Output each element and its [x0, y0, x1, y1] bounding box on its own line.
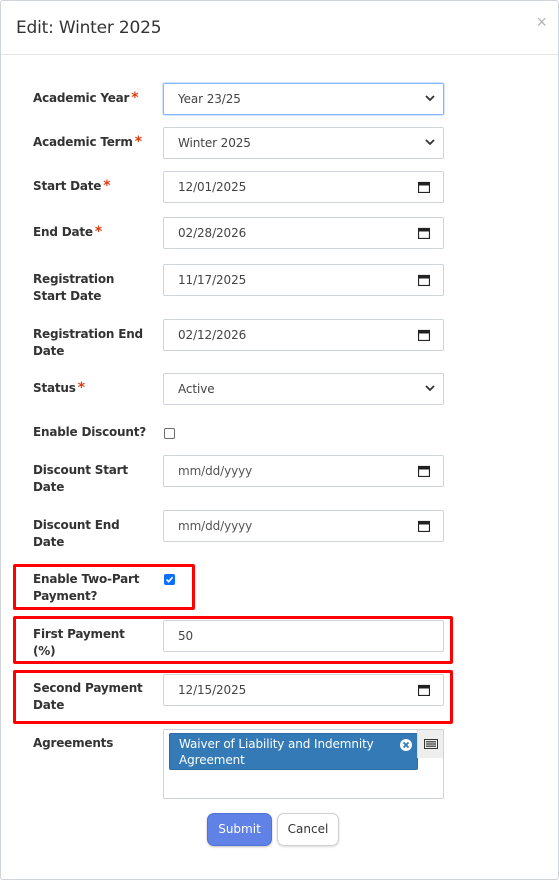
start-date-input[interactable]: 12/01/2025: [163, 171, 444, 203]
academic-year-value: Year 23/25: [178, 92, 241, 106]
discount-start-date-input[interactable]: mm/dd/yyyy: [163, 455, 444, 487]
remove-chip-icon[interactable]: [400, 739, 412, 751]
start-date-value: 12/01/2025: [178, 180, 247, 194]
edit-term-modal: Edit: Winter 2025 × Academic Year * Year …: [0, 0, 559, 880]
registration-start-date-value: 11/17/2025: [178, 273, 247, 287]
calendar-icon[interactable]: [418, 684, 430, 696]
cancel-button[interactable]: Cancel: [277, 813, 339, 846]
discount-end-date-placeholder: mm/dd/yyyy: [178, 519, 253, 533]
first-payment-label: First Payment (%): [33, 627, 125, 658]
calendar-icon[interactable]: [418, 227, 430, 239]
enable-discount-checkbox[interactable]: [164, 428, 175, 439]
second-payment-date-value: 12/15/2025: [178, 683, 247, 697]
first-payment-value: 50: [178, 629, 194, 643]
calendar-icon[interactable]: [418, 274, 430, 286]
end-date-value: 02/28/2026: [178, 226, 247, 240]
modal-header: Edit: Winter 2025 ×: [1, 1, 558, 55]
academic-term-value: Winter 2025: [178, 136, 251, 150]
academic-term-select[interactable]: Winter 2025: [163, 127, 444, 159]
registration-end-date-label: Registration End Date: [33, 327, 143, 358]
discount-start-date-placeholder: mm/dd/yyyy: [178, 464, 253, 478]
enable-two-part-payment-checkbox[interactable]: [164, 574, 175, 585]
close-icon[interactable]: ×: [536, 13, 547, 31]
calendar-icon[interactable]: [418, 520, 430, 532]
chevron-down-icon: [425, 385, 435, 392]
calendar-icon[interactable]: [418, 181, 430, 193]
status-label: Status *: [33, 380, 85, 396]
discount-end-date-label: Discount End Date: [33, 518, 120, 549]
agreement-chip-label-line2: Agreement: [179, 753, 245, 767]
first-payment-input[interactable]: 50: [163, 620, 444, 652]
registration-start-date-input[interactable]: 11/17/2025: [163, 264, 444, 296]
academic-year-label: Academic Year *: [33, 90, 139, 106]
registration-end-date-value: 02/12/2026: [178, 328, 247, 342]
discount-start-date-label: Discount Start Date: [33, 463, 128, 494]
calendar-icon[interactable]: [418, 329, 430, 341]
chevron-down-icon: [425, 139, 435, 146]
second-payment-date-label: Second Payment Date: [33, 681, 143, 712]
second-payment-date-input[interactable]: 12/15/2025: [163, 674, 444, 706]
end-date-input[interactable]: 02/28/2026: [163, 217, 444, 249]
checkmark-icon: [165, 576, 174, 583]
submit-button[interactable]: Submit: [207, 813, 272, 846]
agreement-chip: Waiver of Liability and Indemnity Agreem…: [169, 733, 418, 770]
calendar-icon[interactable]: [418, 465, 430, 477]
list-toggle-button[interactable]: [417, 730, 443, 758]
academic-term-label: Academic Term *: [33, 134, 142, 150]
agreements-multiselect[interactable]: Waiver of Liability and Indemnity Agreem…: [163, 729, 444, 799]
modal-title: Edit: Winter 2025: [16, 18, 162, 38]
chevron-down-icon: [425, 95, 435, 102]
start-date-label: Start Date *: [33, 178, 111, 194]
status-select[interactable]: Active: [163, 373, 444, 405]
registration-end-date-input[interactable]: 02/12/2026: [163, 319, 444, 351]
agreement-chip-label-line1: Waiver of Liability and Indemnity: [179, 737, 374, 751]
enable-two-part-payment-label: Enable Two-Part Payment?: [33, 572, 140, 603]
agreements-label: Agreements: [33, 736, 114, 750]
end-date-label: End Date *: [33, 224, 102, 240]
status-value: Active: [178, 382, 215, 396]
academic-year-select[interactable]: Year 23/25: [163, 83, 444, 115]
discount-end-date-input[interactable]: mm/dd/yyyy: [163, 510, 444, 542]
registration-start-date-label: Registration Start Date: [33, 272, 115, 303]
list-icon: [424, 739, 438, 749]
enable-discount-label: Enable Discount?: [33, 425, 147, 439]
